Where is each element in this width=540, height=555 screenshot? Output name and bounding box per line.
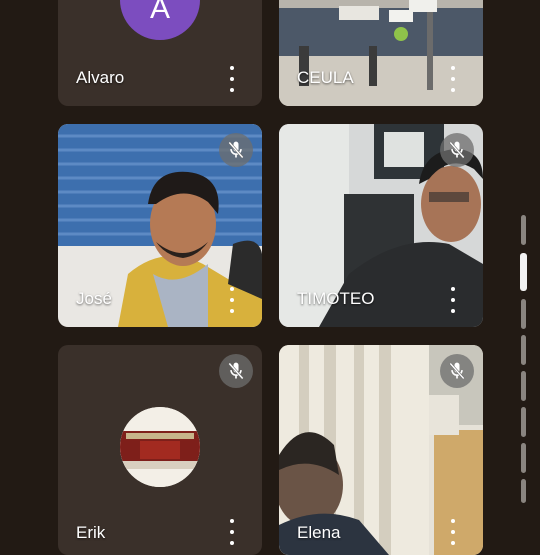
mic-off-indicator <box>219 133 253 167</box>
more-options-button[interactable] <box>445 287 461 313</box>
more-vert-icon <box>230 287 234 291</box>
more-vert-icon <box>451 66 455 70</box>
participant-name: TIMOTEO <box>297 289 375 308</box>
scroll-track-segment <box>521 407 526 437</box>
participant-name: CEULA <box>297 68 354 87</box>
mic-off-icon <box>228 141 244 159</box>
mic-off-icon <box>449 141 465 159</box>
participant-tile-elena[interactable]: Elena <box>279 345 483 555</box>
more-options-button[interactable] <box>445 66 461 92</box>
more-options-button[interactable] <box>224 519 240 545</box>
scroll-track-segment <box>521 335 526 365</box>
more-vert-icon <box>230 66 234 70</box>
mic-off-icon <box>449 362 465 380</box>
participant-name: José <box>76 289 112 308</box>
participant-tile-ceula[interactable]: CEULA <box>279 0 483 106</box>
mic-off-indicator <box>219 354 253 388</box>
participant-tile-alvaro[interactable]: A Alvaro <box>58 0 262 106</box>
avatar <box>120 407 200 487</box>
participant-tile-erik[interactable]: Erik <box>58 345 262 555</box>
participant-name: Alvaro <box>76 68 125 87</box>
more-vert-icon <box>230 519 234 523</box>
more-options-button[interactable] <box>445 519 461 545</box>
more-options-button[interactable] <box>224 287 240 313</box>
mic-off-icon <box>228 362 244 380</box>
participant-name: Erik <box>76 523 106 542</box>
more-options-button[interactable] <box>224 66 240 92</box>
participant-tile-timoteo[interactable]: TIMOTEO <box>279 124 483 327</box>
more-vert-icon <box>451 287 455 291</box>
scrollbar[interactable] <box>520 215 527 503</box>
participant-tile-jose[interactable]: José <box>58 124 262 327</box>
scroll-track-segment <box>521 371 526 401</box>
avatar: A <box>120 0 200 40</box>
scroll-track-segment <box>521 479 526 503</box>
scroll-thumb[interactable] <box>520 253 527 291</box>
scroll-track-segment <box>521 215 526 245</box>
more-vert-icon <box>451 519 455 523</box>
scroll-track-segment <box>521 443 526 473</box>
mic-off-indicator <box>440 133 474 167</box>
mic-off-indicator <box>440 354 474 388</box>
scroll-track-segment <box>521 299 526 329</box>
participant-name: Elena <box>297 523 341 542</box>
